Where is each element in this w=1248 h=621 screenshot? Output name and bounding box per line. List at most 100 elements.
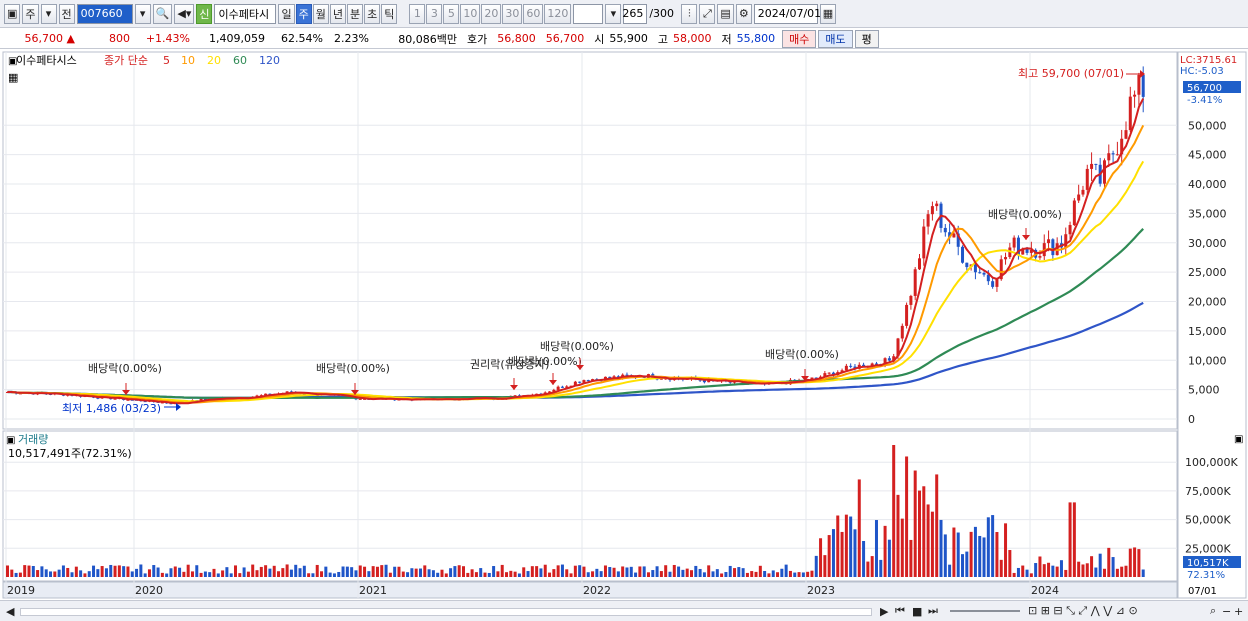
interval-button-10[interactable]: 10 (460, 3, 481, 24)
volume-bar (221, 570, 225, 577)
candle (1090, 163, 1094, 169)
scrollbar-track[interactable] (20, 608, 872, 616)
volume-bar (737, 567, 741, 577)
volume-bar (96, 569, 100, 577)
interval-button-30[interactable]: 30 (502, 3, 523, 24)
zoom-slider[interactable] (950, 610, 1020, 612)
gear-icon[interactable]: ⚙ (735, 3, 752, 24)
volume-bar (406, 572, 410, 577)
candle-icon[interactable]: ⫶ (681, 3, 698, 24)
volume-bar (973, 526, 977, 577)
volume-bar (375, 566, 379, 577)
draw-line-icon[interactable]: ⤢ (699, 3, 716, 24)
period-tab-3[interactable]: 년 (329, 3, 346, 24)
volume-bar (569, 573, 573, 577)
candle (358, 398, 362, 400)
volume-bar (199, 572, 203, 577)
eval-button[interactable]: 평 (854, 29, 879, 48)
volume-bar (849, 516, 853, 577)
volume-bar (513, 571, 517, 577)
volume-bar (819, 538, 823, 577)
volume-bar (418, 568, 422, 577)
tool-icons[interactable]: ⊡ ⊞ ⊟ ⤡ ⤢ ⋀ ⋁ ⊿ ⊙ (1028, 604, 1138, 618)
save-icon[interactable]: ▤ (717, 3, 734, 24)
volume-bar (152, 565, 156, 577)
volume-bar (887, 539, 891, 577)
volume-bar (449, 568, 453, 577)
buy-button[interactable]: 매수 (782, 29, 817, 48)
volume-info: 10,517,491주(72.31%) (8, 447, 132, 460)
legend-ma-60: 60 (233, 54, 247, 67)
prev-code-button[interactable]: 전 (58, 3, 75, 24)
volume-bar (113, 565, 117, 577)
period-tab-4[interactable]: 분 (346, 3, 364, 24)
volume-bar (1081, 564, 1085, 577)
speaker-icon[interactable]: ◀▾ (174, 3, 195, 24)
period-tab-0[interactable]: 일 (278, 3, 295, 24)
volume-bar (229, 573, 233, 577)
grid-toggle-icon[interactable]: ▦ (8, 71, 18, 84)
scroll-left-icon[interactable]: ◀ (6, 604, 14, 618)
search-icon[interactable]: 🔍 (152, 3, 173, 24)
zoom-icon[interactable]: ⌕ (1210, 604, 1216, 618)
close-icon[interactable]: ▣ (1234, 434, 1243, 445)
stock-name-field: 이수페타시 (214, 3, 277, 24)
sell-button[interactable]: 매도 (818, 29, 853, 48)
date-input[interactable]: 2024/07/01 (753, 3, 821, 24)
volume-bar (823, 555, 827, 577)
period-tab-5[interactable]: 초 (364, 3, 381, 24)
bar-count-input[interactable]: 265 (622, 3, 648, 24)
event-label: 배당락(0.00%) (988, 208, 1062, 221)
period-tab-6[interactable]: 틱 (381, 3, 398, 24)
volume-bar (83, 573, 87, 577)
volume-bar (466, 572, 470, 577)
volume-bar (522, 567, 526, 577)
volume-bar (492, 566, 496, 577)
high-annotation: 최고 59,700 (07/01) (1018, 67, 1124, 80)
period-tab-2[interactable]: 월 (312, 3, 329, 24)
volume-bar (1016, 567, 1020, 577)
volume-bar (126, 566, 130, 577)
volume-bar (259, 566, 263, 577)
fast-forward-icon[interactable]: ⏭ (928, 604, 938, 618)
stock-chart[interactable]: 배당락(0.00%) 배당락(0.00%) 권리락(유상증자)배당락(0.00%)배… (0, 50, 1248, 600)
interval-button-1[interactable]: 1 (409, 3, 426, 24)
chart-mode-button[interactable]: 주 (22, 3, 39, 24)
minus-icon[interactable]: − (1222, 604, 1231, 618)
chevron-down-icon[interactable]: ▾ (605, 3, 622, 24)
volume-bar (999, 559, 1003, 577)
plus-icon[interactable]: + (1234, 604, 1243, 618)
volume-bar (866, 561, 870, 577)
volume-bar (1034, 563, 1038, 577)
interval-select[interactable] (573, 3, 604, 24)
rewind-icon[interactable]: ⏮ (895, 604, 905, 618)
close-pane-icon[interactable]: ▣ (6, 435, 15, 446)
interval-button-3[interactable]: 3 (426, 3, 443, 24)
bid-price-1: 56,800 (497, 32, 536, 45)
volume-bar (479, 568, 483, 577)
volume-bar (651, 570, 655, 577)
volume-bar (1021, 565, 1025, 577)
interval-button-60[interactable]: 60 (523, 3, 544, 24)
candle (935, 203, 939, 207)
period-tab-1[interactable]: 주 (295, 3, 312, 24)
volume-bar (225, 567, 229, 577)
chevron-down-icon[interactable]: ▾ (40, 3, 57, 24)
calendar-icon[interactable]: ▦ (819, 3, 837, 24)
interval-button-5[interactable]: 5 (443, 3, 460, 24)
stop-icon[interactable]: ■ (912, 604, 922, 618)
volume-bar (410, 568, 414, 577)
stock-code-input[interactable]: 007660 (76, 3, 133, 24)
interval-button-120[interactable]: 120 (544, 3, 572, 24)
chevron-down-icon[interactable]: ▾ (134, 3, 151, 24)
volume-bar (780, 568, 784, 577)
volume-bar (771, 570, 775, 577)
legend-stock-name: 이수페타시스 (16, 54, 77, 67)
play-icon[interactable]: ▶ (880, 604, 888, 618)
interval-button-20[interactable]: 20 (481, 3, 502, 24)
volume-bar (969, 531, 973, 577)
window-icon[interactable]: ▣ (4, 3, 21, 24)
volume-bar (939, 519, 943, 577)
volume-bar (896, 494, 900, 577)
volume-bar (720, 573, 724, 577)
